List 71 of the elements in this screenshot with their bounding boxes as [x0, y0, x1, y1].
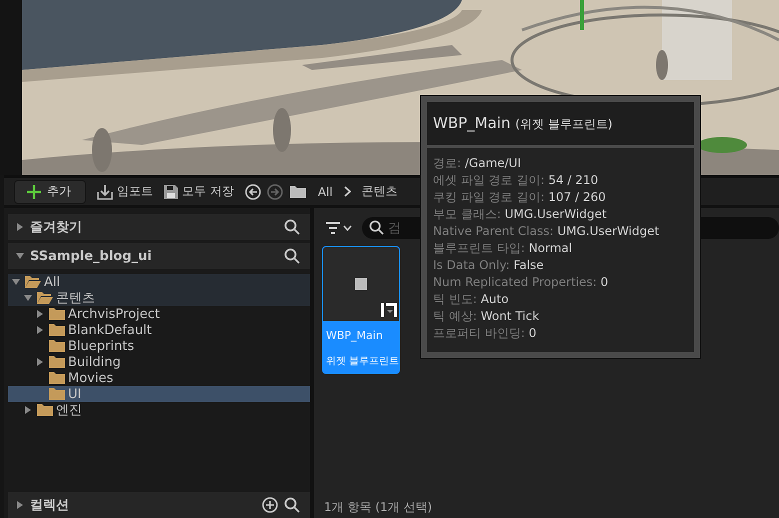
folder-icon: [24, 275, 42, 289]
folder-icon: [48, 387, 66, 401]
search-icon[interactable]: [369, 220, 384, 235]
folder-icon: [48, 355, 66, 369]
tooltip-property: Native Parent Class: UMG.UserWidget: [433, 223, 660, 240]
folder-icon: [48, 339, 66, 353]
tooltip-property: 틱 빈도: Auto: [433, 291, 510, 308]
plus-icon: [27, 184, 41, 198]
tooltip-property: Is Data Only: False: [433, 257, 545, 274]
section-title: 즐겨찾기: [30, 219, 83, 236]
save-icon: [164, 184, 178, 198]
forward-icon[interactable]: [266, 184, 283, 200]
folder-icon[interactable]: [288, 184, 307, 198]
favorites-header[interactable]: 즐겨찾기: [8, 214, 310, 240]
folder-tree-item[interactable]: Building: [8, 354, 310, 370]
folder-tree-item[interactable]: ArchvisProject: [8, 306, 310, 322]
tooltip-property: 쿠킹 파일 경로 길이: 107 / 260: [433, 189, 607, 206]
widget-blueprint-icon: [381, 303, 397, 317]
expand-arrow-icon[interactable]: [36, 358, 44, 366]
folder-tree-item[interactable]: BlankDefault: [8, 322, 310, 338]
expand-arrow-icon[interactable]: [24, 406, 32, 414]
folder-tree-item[interactable]: UI: [8, 386, 310, 402]
tooltip-property: 경로: /Game/UI: [433, 155, 522, 172]
tooltip-property: 부모 클래스: UMG.UserWidget: [433, 206, 608, 223]
chevron-right-icon[interactable]: [344, 186, 351, 197]
folder-tree-item[interactable]: Movies: [8, 370, 310, 386]
status-text: 1개 항목 (1개 선택): [323, 499, 434, 516]
tooltip-property: 프로퍼티 바인딩: 0: [433, 325, 538, 342]
folder-icon: [36, 291, 54, 305]
breadcrumb-item[interactable]: 콘텐츠: [362, 183, 398, 200]
folder-tree-item[interactable]: All: [8, 274, 310, 290]
import-button[interactable]: 임포트: [97, 183, 153, 200]
folder-tree-item[interactable]: Blueprints: [8, 338, 310, 354]
filter-icon: [326, 222, 340, 234]
caret-icon: [343, 225, 352, 231]
import-icon: [97, 184, 113, 200]
expand-arrow-icon[interactable]: [16, 223, 24, 231]
folder-tree-item[interactable]: 콘텐츠: [8, 290, 310, 306]
folder-label: Blueprints: [68, 338, 134, 354]
asset-type: 위젯 블루프린트: [325, 355, 399, 368]
search-icon[interactable]: [284, 248, 300, 264]
folder-label: UI: [68, 386, 82, 402]
expand-arrow-icon[interactable]: [16, 501, 24, 509]
add-button[interactable]: 추가: [14, 180, 86, 204]
save-all-button[interactable]: 모두 저장: [164, 183, 234, 200]
tooltip-property: 블루프린트 타입: Normal: [433, 240, 574, 257]
section-title: 컬렉션: [30, 497, 70, 514]
folder-label: BlankDefault: [68, 322, 152, 338]
folder-label: Building: [68, 354, 121, 370]
search-icon[interactable]: [284, 219, 300, 235]
project-header[interactable]: SSample_blog_ui: [8, 243, 310, 269]
folder-label: Movies: [68, 370, 114, 386]
folder-label: 콘텐츠: [56, 290, 95, 307]
folder-label: 엔진: [56, 402, 82, 419]
tooltip-title: WBP_Main (위젯 블루프린트): [433, 114, 612, 133]
widget-icon: [355, 278, 367, 290]
collections-header[interactable]: 컬렉션: [8, 492, 310, 518]
add-icon[interactable]: [262, 497, 278, 513]
folder-label: ArchvisProject: [68, 306, 160, 322]
tooltip-property: 에셋 파일 경로 길이: 54 / 210: [433, 172, 600, 189]
folder-icon: [48, 323, 66, 337]
back-icon[interactable]: [244, 184, 261, 200]
collapse-arrow-icon[interactable]: [16, 252, 24, 260]
folder-tree-item[interactable]: 엔진: [8, 402, 310, 418]
breadcrumb-item[interactable]: All: [318, 184, 333, 198]
asset-name: WBP_Main: [325, 328, 384, 342]
search-icon[interactable]: [284, 497, 300, 513]
tooltip-property: Num Replicated Properties: 0: [433, 274, 610, 291]
folder-label: All: [44, 274, 60, 290]
tooltip-property: 틱 예상: Wont Tick: [433, 308, 540, 325]
section-title: SSample_blog_ui: [30, 248, 153, 264]
